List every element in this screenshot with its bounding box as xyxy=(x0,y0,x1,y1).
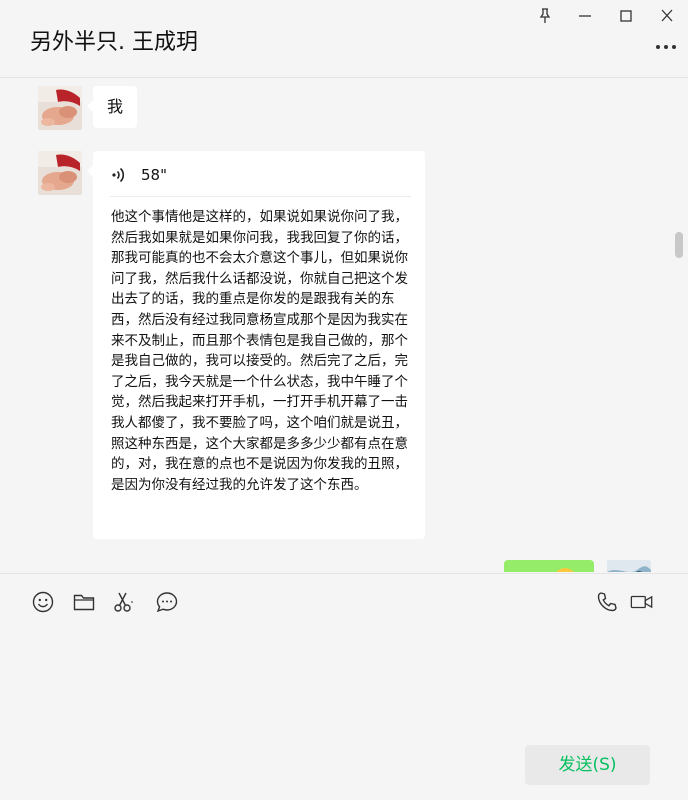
sent-message-bubble[interactable] xyxy=(504,560,594,572)
maximize-icon[interactable] xyxy=(615,6,637,26)
avatar-self[interactable] xyxy=(607,560,651,572)
scrollbar-thumb[interactable] xyxy=(675,232,683,258)
folder-icon[interactable] xyxy=(72,590,96,614)
message-bubble[interactable]: 我 xyxy=(86,86,138,128)
chat-title: 另外半只. 王成玥 xyxy=(30,30,198,55)
avatar[interactable] xyxy=(38,151,82,195)
more-options-icon[interactable] xyxy=(654,40,678,54)
avatar[interactable] xyxy=(38,86,82,130)
voice-message-bubble[interactable]: 58" 他这个事情他是这样的，如果说如果说你问了我，然后我如果就是如果你问我，我… xyxy=(87,151,425,539)
send-button[interactable]: 发送(S) xyxy=(525,745,650,785)
toolbar-divider xyxy=(0,573,688,574)
minimize-icon[interactable] xyxy=(574,6,596,26)
scissors-icon[interactable] xyxy=(112,590,136,614)
phone-icon[interactable] xyxy=(595,590,619,614)
voice-transcript: 他这个事情他是这样的，如果说如果说你问了我，然后我如果就是如果你问我，我我回复了… xyxy=(111,209,408,493)
close-icon[interactable] xyxy=(656,6,678,26)
chat-header: 另外半只. 王成玥 xyxy=(0,0,688,78)
pin-icon[interactable] xyxy=(534,6,556,26)
video-call-icon[interactable] xyxy=(630,590,656,614)
message-text: 我 xyxy=(107,97,124,116)
voice-duration: 58" xyxy=(141,166,167,184)
voice-playback[interactable]: 58" xyxy=(111,165,411,185)
emoji-icon xyxy=(554,568,576,572)
voice-wave-icon[interactable] xyxy=(111,166,127,184)
chat-bubble-icon[interactable] xyxy=(155,590,179,614)
message-list[interactable]: 我 58" 他这个事情他是这样的，如果说如果说你问了我，然后我如果就是如果你问我… xyxy=(0,78,688,572)
emoji-icon[interactable] xyxy=(31,590,55,614)
divider xyxy=(110,196,411,197)
message-input[interactable] xyxy=(0,630,688,740)
